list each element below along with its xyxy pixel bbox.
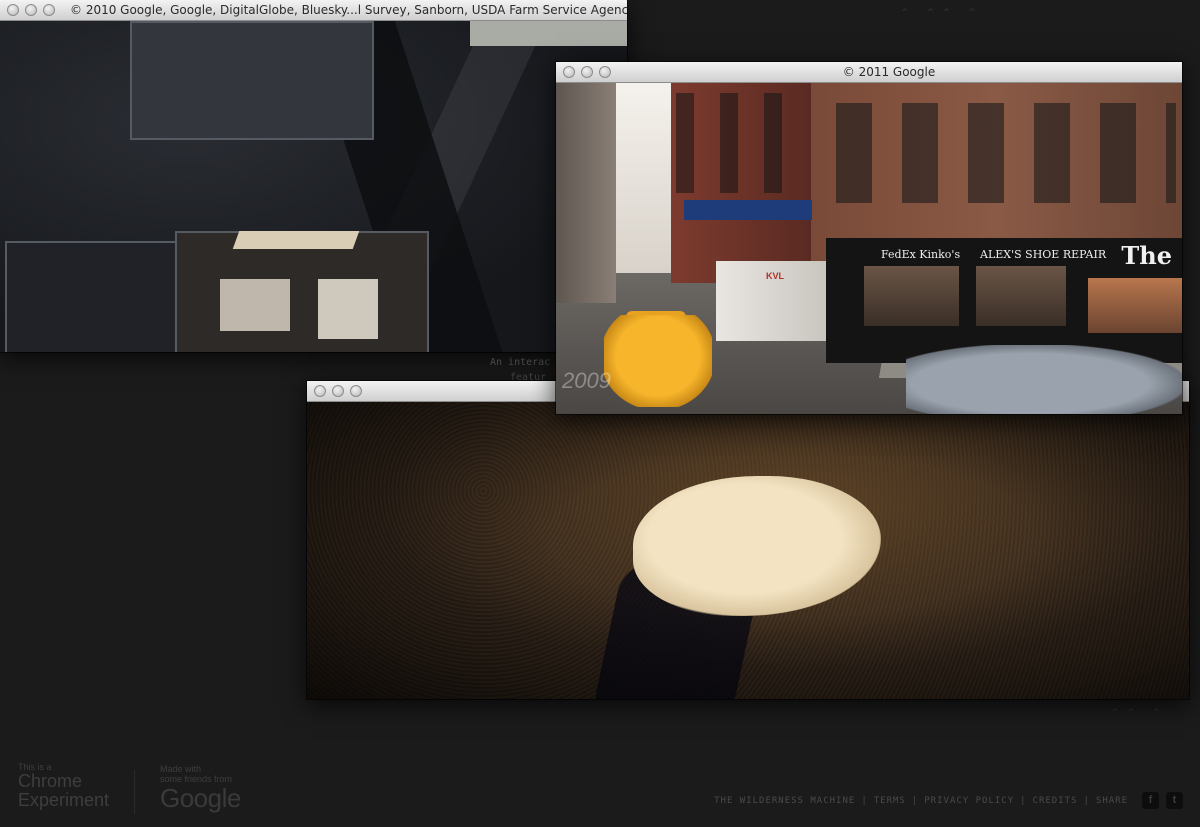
delivery-truck: KVL — [716, 261, 826, 341]
building-top — [130, 21, 374, 140]
building-facade-left — [556, 83, 616, 303]
storefront-glass-1 — [864, 266, 959, 326]
building-main — [175, 231, 429, 352]
footer-divider — [134, 770, 135, 814]
close-button[interactable] — [314, 385, 326, 397]
footer-link-wilderness-machine[interactable]: THE WILDERNESS MACHINE — [714, 796, 855, 806]
zoom-button[interactable] — [599, 66, 611, 78]
blue-scaffold — [684, 200, 812, 220]
close-button[interactable] — [7, 4, 19, 16]
truck-label: KVL — [766, 271, 784, 281]
page-stage: An interac featur ⌃ ⌃⌃ ⌃ ⌃⌃ ⌃ © 2010 Goo… — [0, 0, 1200, 827]
street-view: FedEx Kinko's ALEX'S SHOE REPAIR The KVL… — [556, 83, 1182, 414]
aerial-window[interactable]: © 2010 Google, Google, DigitalGlobe, Blu… — [0, 0, 627, 352]
windows-right — [836, 103, 1176, 203]
store-sign-shoe-repair: ALEX'S SHOE REPAIR — [980, 248, 1107, 261]
street-window-title: © 2011 Google — [842, 65, 936, 79]
store-sign-fedex: FedEx Kinko's — [881, 248, 961, 261]
window-controls — [314, 385, 362, 397]
distant-rooftops — [470, 21, 627, 46]
bird-window[interactable] — [307, 381, 1189, 699]
link-separator: | — [911, 796, 919, 806]
link-separator: | — [861, 796, 868, 806]
footer-links: THE WILDERNESS MACHINE | TERMS | PRIVACY POL… — [714, 796, 1128, 806]
bird-view — [307, 402, 1189, 699]
footer-link-credits[interactable]: CREDITS — [1033, 796, 1078, 806]
footer-link-terms[interactable]: TERMS — [874, 796, 906, 806]
aerial-window-title: © 2010 Google, Google, DigitalGlobe, Blu… — [70, 3, 627, 17]
street-watermark: 2009 — [562, 368, 611, 393]
google-logo: Google — [160, 783, 241, 813]
vignette — [307, 402, 1189, 699]
footer-link-privacy-policy[interactable]: PRIVACY POLICY — [924, 796, 1014, 806]
zoom-button[interactable] — [43, 4, 55, 16]
silver-car — [906, 345, 1182, 414]
rooftop-unit — [220, 279, 290, 331]
window-controls — [7, 4, 55, 16]
rooftop-panel — [318, 279, 378, 339]
storefront-glass-2 — [976, 266, 1066, 326]
windows-mid — [676, 93, 806, 193]
chrome-experiment-line2: Experiment — [18, 790, 110, 810]
minimize-button[interactable] — [25, 4, 37, 16]
link-separator: | — [1020, 796, 1027, 806]
close-button[interactable] — [563, 66, 575, 78]
street-window-titlebar[interactable]: © 2011 Google — [556, 62, 1182, 83]
window-controls — [563, 66, 611, 78]
aerial-view — [0, 21, 627, 352]
minimize-button[interactable] — [581, 66, 593, 78]
twitter-icon[interactable]: t — [1166, 792, 1183, 809]
storefront-glass-3 — [1088, 278, 1182, 333]
chrome-experiment-badge[interactable]: This is a Chrome Experiment — [18, 762, 109, 810]
building-left — [5, 241, 179, 352]
yellow-taxi — [604, 315, 712, 407]
rooftop-glare — [232, 231, 360, 249]
aerial-window-titlebar[interactable]: © 2010 Google, Google, DigitalGlobe, Blu… — [0, 0, 627, 21]
street-window[interactable]: © 2011 Google FedEx Kinko's ALEX'S SHOE … — [556, 62, 1182, 414]
made-with-line1: Made with — [160, 764, 202, 774]
street-image: FedEx Kinko's ALEX'S SHOE REPAIR The KVL… — [556, 83, 1182, 414]
chrome-experiment-line1: Chrome — [18, 771, 83, 791]
footer-link-share[interactable]: SHARE — [1096, 796, 1128, 806]
minimize-button[interactable] — [332, 385, 344, 397]
flock-right-icon: ⌃⌃ ⌃ — [1110, 706, 1168, 720]
newspaper-sign: The — [1121, 241, 1172, 270]
background-text-line1: An interac — [490, 357, 551, 368]
flock-top-right-icon: ⌃ ⌃⌃ ⌃ — [900, 6, 983, 20]
link-separator: | — [1083, 796, 1090, 806]
zoom-button[interactable] — [350, 385, 362, 397]
facebook-icon[interactable]: f — [1142, 792, 1159, 809]
made-with-google[interactable]: Made with some friends from Google — [160, 764, 241, 812]
aerial-image — [0, 21, 627, 352]
